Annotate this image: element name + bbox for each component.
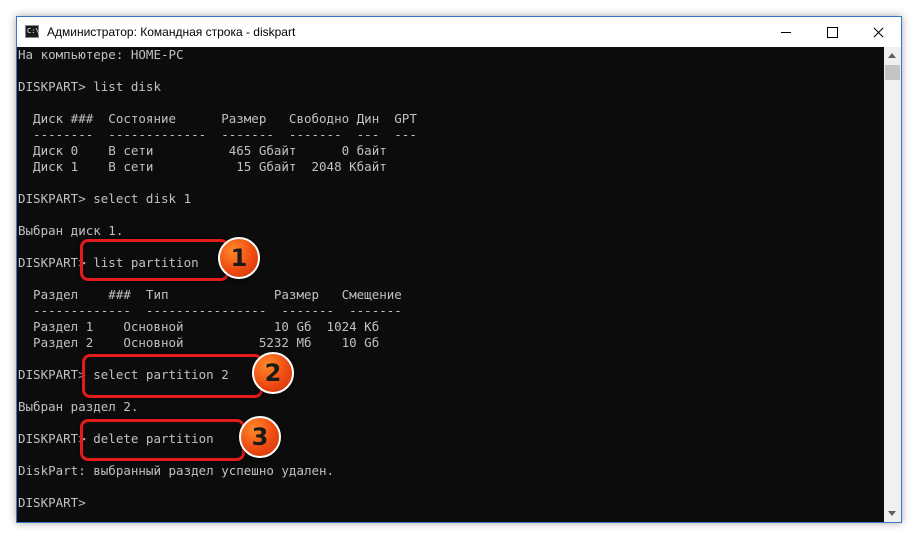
step-badge-2: 2 <box>252 352 294 394</box>
console-line: -------- ------------- ------- ------- -… <box>18 127 417 142</box>
console-line: Диск 0 В сети 465 Gбайт 0 байт <box>18 143 387 158</box>
highlight-list-partition <box>80 239 229 281</box>
window-title: Администратор: Командная строка - diskpa… <box>47 25 296 39</box>
close-icon[interactable] <box>855 17 901 47</box>
console-line: Диск 1 В сети 15 Gбайт 2048 Kбайт <box>18 159 387 174</box>
step-badge-1: 1 <box>218 237 260 279</box>
console-line: Выбран раздел 2. <box>18 399 139 414</box>
console-line: DISKPART> <box>18 495 86 510</box>
console-line: Раздел 1 Основной 10 Gб 1024 Kб <box>18 319 380 334</box>
console-line: Диск ### Состояние Размер Свободно Дин G… <box>18 111 417 126</box>
cmd-icon: C:\ <box>25 25 40 38</box>
highlight-delete-partition <box>80 419 245 461</box>
console-line: Раздел 2 Основной 5232 Mб 10 Gб <box>18 335 380 350</box>
console-line: ------------- ---------------- ------- -… <box>18 303 402 318</box>
console-line: Выбран диск 1. <box>18 223 124 238</box>
console-line: DiskPart: выбранный раздел успешно удале… <box>18 463 335 478</box>
highlight-select-partition <box>82 354 263 398</box>
scroll-thumb[interactable] <box>885 65 900 80</box>
console-line: DISKPART> list disk <box>18 79 161 94</box>
scroll-up-arrow-icon[interactable] <box>884 47 901 64</box>
maximize-icon[interactable] <box>809 17 855 47</box>
scroll-down-arrow-icon[interactable] <box>884 505 901 522</box>
step-badge-3: 3 <box>239 416 281 458</box>
minimize-icon[interactable] <box>763 17 809 47</box>
vertical-scrollbar[interactable] <box>884 47 901 522</box>
console-line: Раздел ### Тип Размер Смещение <box>18 287 402 302</box>
title-bar[interactable]: C:\ Администратор: Командная строка - di… <box>17 17 901 47</box>
console-line: На компьютере: HOME-PC <box>18 47 184 62</box>
console-line: DISKPART> select disk 1 <box>18 191 192 206</box>
